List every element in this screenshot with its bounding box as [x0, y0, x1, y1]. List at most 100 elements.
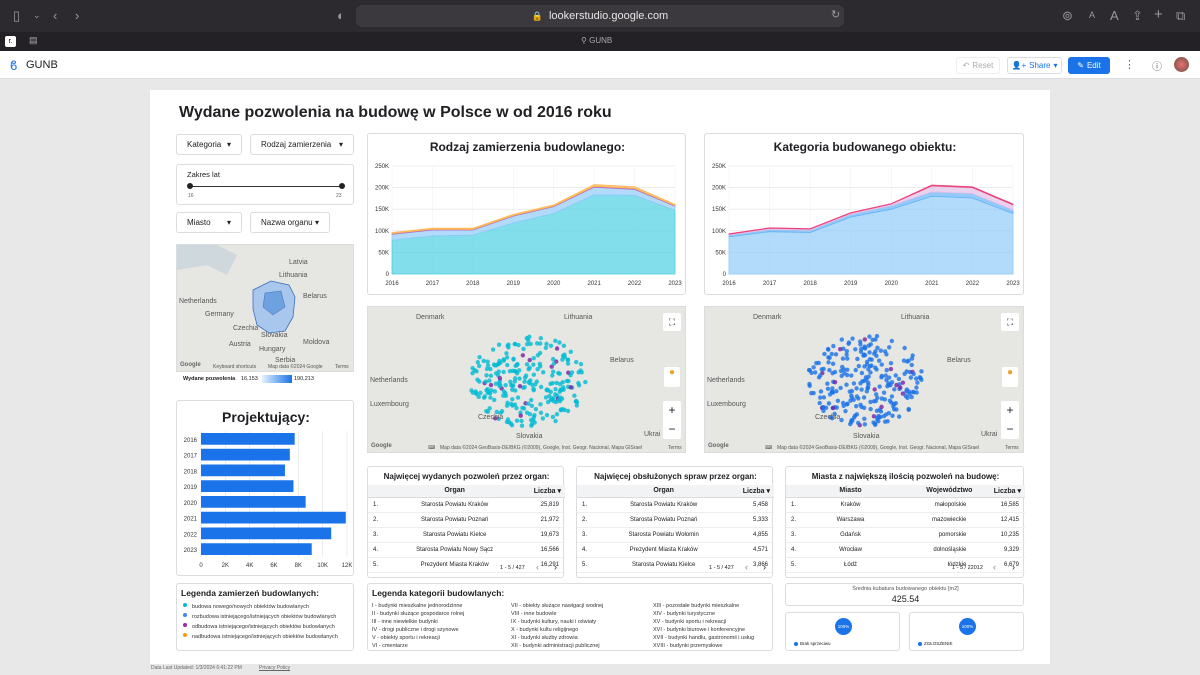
slider-track[interactable]	[190, 186, 342, 187]
keyboard-icon[interactable]: ⌨	[428, 445, 435, 451]
back-icon[interactable]: ‹	[53, 8, 57, 23]
table-row[interactable]: 2. Warszawa mazowieckie 12,415	[786, 512, 1025, 528]
prev-page-icon[interactable]: ‹	[536, 562, 539, 572]
pinned-tab-icon[interactable]: ▤	[29, 35, 38, 46]
table-row[interactable]: 3. Gdańsk pomorskie 10,235	[786, 527, 1025, 543]
pegman-icon[interactable]: ●	[664, 367, 680, 387]
zoom-in-icon[interactable]: +	[1001, 401, 1019, 420]
table-row[interactable]: 2. Starosta Powiatu Poznań 5,333	[577, 512, 774, 528]
terms-link[interactable]: Terms	[668, 445, 682, 451]
pie-chart-sprzeciw[interactable]: 100% Brak sprzeciwu	[785, 612, 900, 651]
forward-icon[interactable]: ›	[75, 8, 79, 23]
next-page-icon[interactable]: ›	[554, 562, 557, 572]
organ-dropdown[interactable]: Nazwa organu ▾	[250, 212, 330, 233]
keyboard-shortcuts-link[interactable]: Keyboard shortcuts	[213, 364, 256, 370]
edit-button[interactable]: ✎ Edit	[1068, 57, 1110, 74]
caret-down-icon: ▾	[338, 140, 343, 149]
slider-handle-min[interactable]	[187, 183, 193, 189]
sidebar-toggle-icon[interactable]: ▯	[13, 8, 20, 24]
help-icon[interactable]: ⓘ	[1152, 58, 1162, 73]
kategoria-dropdown[interactable]: Kategoria ▾	[176, 134, 242, 155]
column-header[interactable]: Liczba ▾	[517, 485, 565, 498]
new-tab-icon[interactable]: +	[1154, 6, 1163, 23]
column-header[interactable]: Organ	[600, 485, 727, 498]
rodzaj-dropdown[interactable]: Rodzaj zamierzenia ▾	[250, 134, 354, 155]
y-tick-label: 2018	[184, 469, 198, 475]
column-header[interactable]: Miasto	[809, 485, 892, 498]
prev-page-icon[interactable]: ‹	[745, 562, 748, 572]
terms-link[interactable]: Terms	[335, 364, 349, 370]
projektujacy-chart[interactable]: Projektujący: 0 2K 4K 6K 8K 10K 12K 2016 2017 201…	[176, 400, 354, 576]
table-row[interactable]: 1. Kraków małopolskie 16,585	[786, 497, 1025, 513]
table-cell: 4.	[786, 542, 810, 558]
table-row[interactable]: 1. Starosta Powiatu Krakόw 25,819	[368, 497, 565, 513]
tabs-overview-icon[interactable]: ⧉	[1176, 8, 1185, 24]
prev-page-icon[interactable]: ‹	[993, 562, 996, 572]
pegman-icon[interactable]: ●	[1002, 367, 1018, 387]
column-header[interactable]: Liczba ▾	[726, 485, 774, 498]
slider-handle-max[interactable]	[339, 183, 345, 189]
pie-chart-zgloszenie[interactable]: 100% ZGŁOSZENIE	[909, 612, 1024, 651]
miasto-dropdown[interactable]: Miasto ▾	[176, 212, 242, 233]
column-header[interactable]: Liczba ▾	[972, 485, 1025, 498]
table-row[interactable]: 5. Łódź łódzkie 6,679	[786, 557, 1025, 573]
map-point	[559, 396, 565, 401]
table-organ-pozwolenia[interactable]: Najwięcej wydanych pozwoleń przez organ:…	[367, 466, 565, 578]
privacy-link[interactable]: Privacy Policy	[259, 665, 290, 671]
zoom-control[interactable]: + −	[663, 401, 681, 439]
reload-icon[interactable]: ↻	[831, 8, 840, 21]
table-row[interactable]: 4. Prezydent Miasta Kraków 4,571	[577, 542, 774, 558]
table-row[interactable]: 4. Starosta Powiatu Nowy Sącz 16,566	[368, 542, 565, 558]
font-smaller-button[interactable]: A	[1089, 10, 1095, 20]
map-point	[839, 373, 844, 379]
address-bar[interactable]: 🔒 lookerstudio.google.com	[356, 5, 844, 27]
report-name[interactable]: GUNB	[26, 59, 58, 71]
keyboard-icon[interactable]: ⌨	[765, 445, 772, 451]
map-point	[530, 382, 535, 388]
column-header[interactable]: Województwo	[891, 485, 973, 498]
avatar[interactable]	[1174, 57, 1189, 72]
table-row[interactable]: 3. Starosta Powiatu Wołomin 4,855	[577, 527, 774, 543]
table-miasta[interactable]: Miasta z największą ilością pozwoleń na …	[785, 466, 1025, 578]
table-row[interactable]: 4. Wrocław dolnośląskie 9,329	[786, 542, 1025, 558]
more-vert-icon[interactable]: ⋮	[1124, 58, 1135, 71]
bubble-map-right[interactable]: Denmark Lithuania Belarus Netherlands Lu…	[704, 306, 1024, 453]
zoom-out-icon[interactable]: −	[1001, 420, 1019, 439]
terms-link[interactable]: Terms	[1005, 445, 1019, 451]
chevron-down-icon[interactable]: ⌄	[33, 10, 41, 21]
next-page-icon[interactable]: ›	[1012, 562, 1015, 572]
font-larger-button[interactable]: A	[1110, 8, 1119, 23]
share-icon[interactable]: ⇪	[1132, 8, 1143, 24]
download-icon[interactable]: ⊚	[1062, 8, 1073, 24]
share-button[interactable]: 👤+ Share ▾	[1007, 57, 1062, 74]
caret-down-icon: ▾	[226, 218, 231, 227]
tab-title[interactable]: ⚲ GUNB	[581, 36, 612, 45]
poland-choropleth-map[interactable]: Latvia Lithuania Belarus Netherlands Ger…	[176, 244, 354, 372]
rodzaj-area-chart[interactable]: Rodzaj zamierzenia budowlanego: 0 50K 100K…	[367, 133, 686, 295]
map-point	[527, 365, 532, 370]
column-header[interactable]: Organ	[391, 485, 518, 498]
zoom-out-icon[interactable]: −	[663, 420, 681, 439]
map-point	[811, 365, 816, 370]
table-row[interactable]: 1. Starosta Powiatu Kraków 5,458	[577, 497, 774, 513]
kategoria-area-chart[interactable]: Kategoria budowanego obiektu: 0 50K 100K 15…	[704, 133, 1024, 295]
scorecard[interactable]: Średnia kubatura budowanego obiektu [m2]…	[785, 583, 1024, 606]
reset-button[interactable]: ↶ Reset	[956, 57, 1000, 74]
map-label: Germany	[205, 311, 234, 318]
map-point	[847, 389, 852, 394]
bubble-map-left[interactable]: Denmark Lithuania Belarus Netherlands Lu…	[367, 306, 686, 453]
zoom-control[interactable]: + −	[1001, 401, 1019, 439]
table-organ-sprawy[interactable]: Najwięcej obsłużonych spraw przez organ:…	[576, 466, 774, 578]
next-page-icon[interactable]: ›	[763, 562, 766, 572]
fullscreen-icon[interactable]: ⛶	[1001, 313, 1019, 331]
slider-min-value: 16	[188, 193, 194, 199]
zoom-in-icon[interactable]: +	[663, 401, 681, 420]
year-range-slider[interactable]: Zakres lat 16 23	[176, 164, 354, 205]
table-row[interactable]: 2. Starosta Powiatu Poznań 21,972	[368, 512, 565, 528]
shield-icon[interactable]: ◐	[337, 8, 345, 23]
fullscreen-icon[interactable]: ⛶	[663, 313, 681, 331]
y-tick-label: 200K	[712, 186, 726, 192]
table-row[interactable]: 3. Starosta Powiatu Kielce 19,673	[368, 527, 565, 543]
pinned-tab-icon[interactable]: r.	[5, 36, 16, 47]
url-text: lookerstudio.google.com	[548, 10, 669, 22]
